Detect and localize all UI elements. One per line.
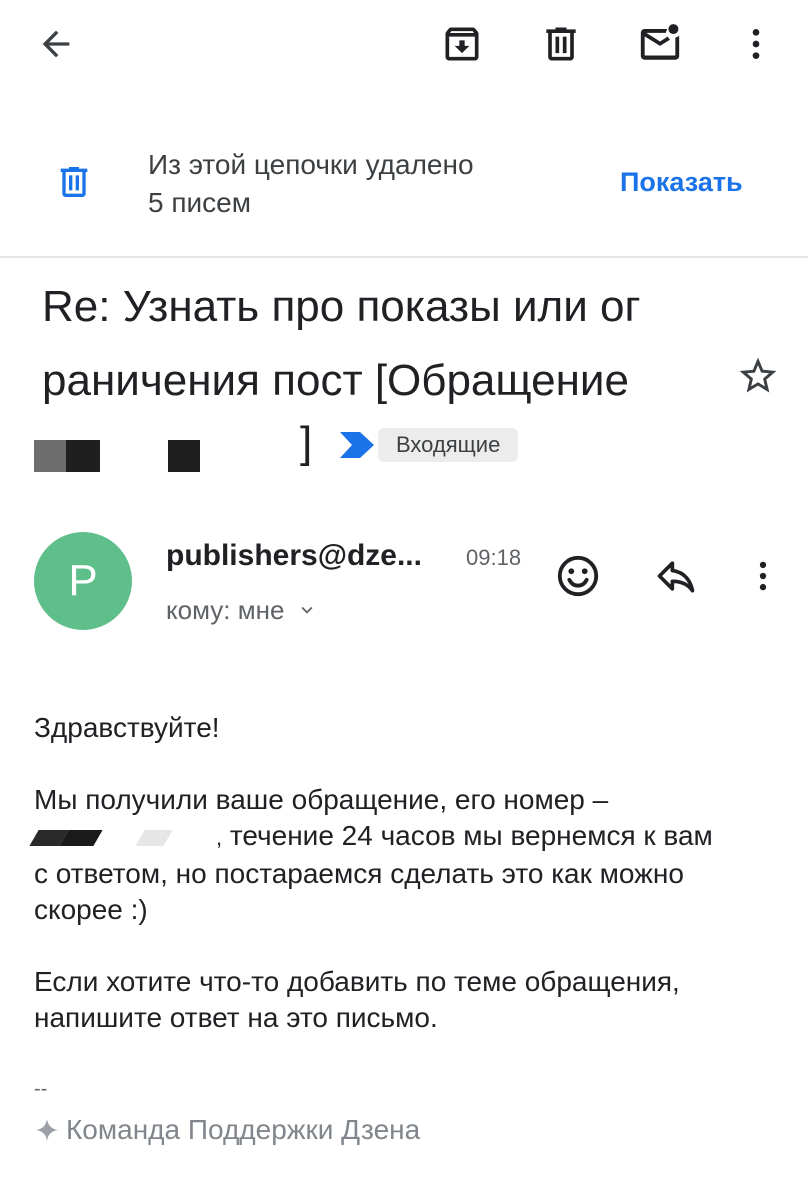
reply-icon [657,561,695,593]
message-body: Здравствуйте! Мы получили ваше обращение… [29,710,784,1036]
body-line: течение 24 часов мы вернемся к вам [229,820,713,851]
sparkle-icon [36,1119,58,1141]
more-options-button[interactable] [728,16,784,72]
redaction-block [98,830,140,846]
archive-button[interactable] [434,16,490,72]
emoji-icon [557,555,599,597]
deleted-notice-line2: 5 писем [148,187,251,218]
recipient-details-toggle[interactable]: кому: мне [166,592,318,628]
deleted-notice-line1: Из этой цепочки удалено [148,149,474,180]
message-more-button[interactable] [738,548,788,604]
more-vert-icon [759,561,767,591]
top-app-bar [0,0,808,86]
redaction-block [34,440,66,472]
divider [0,256,808,258]
important-marker-icon [340,432,374,458]
signature: Команда Поддержки Дзена [34,1112,420,1148]
archive-icon [445,27,479,61]
trash-icon [546,27,576,61]
email-subject: Re: Узнать про показы или ог раничения п… [42,270,722,418]
subject-bracket: ] [300,418,313,467]
email-thread-screen: Из этой цепочки удалено 5 писем Показать… [0,0,808,1200]
mark-unread-icon [640,24,680,60]
delete-button[interactable] [533,16,589,72]
reply-button[interactable] [648,548,704,604]
redaction-block [135,829,173,846]
deleted-notice-text: Из этой цепочки удалено 5 писем [148,146,474,222]
body-line-redacted: , течение 24 часов мы вернемся к вам [29,818,784,856]
back-arrow-icon [42,30,70,58]
sender-address[interactable]: publishers@dze... [166,536,422,576]
star-button[interactable] [732,350,784,402]
redaction-block [168,440,200,472]
recipient-label: кому: мне [166,595,285,625]
more-vert-icon [752,29,760,59]
body-line: с ответом, но постараемся сделать это ка… [34,858,684,889]
body-line: Если хотите что-то добавить по теме обра… [34,966,680,997]
body-greeting: Здравствуйте! [34,712,220,743]
subject-line-2: раничения пост [Обращение [42,356,629,405]
message-time: 09:18 [466,545,522,570]
sender-avatar[interactable]: P [34,532,132,630]
body-line: Мы получили ваше обращение, его номер – [34,784,609,815]
chevron-down-icon [301,606,313,614]
show-deleted-button[interactable]: Показать [620,164,743,200]
body-line: напишите ответ на это письмо. [34,1002,438,1033]
add-reaction-button[interactable] [550,548,606,604]
back-button[interactable] [28,16,84,72]
star-outline-icon [739,357,777,393]
signature-separator: -- [34,1078,48,1100]
inbox-label-chip[interactable]: Входящие [378,428,519,462]
subject-line-1: Re: Узнать про показы или ог [42,282,641,331]
trash-icon [60,167,88,197]
signature-text: Команда Поддержки Дзена [66,1114,421,1145]
body-line: скорее :) [34,894,148,925]
redaction-block [66,440,100,472]
mark-unread-button[interactable] [632,16,688,72]
